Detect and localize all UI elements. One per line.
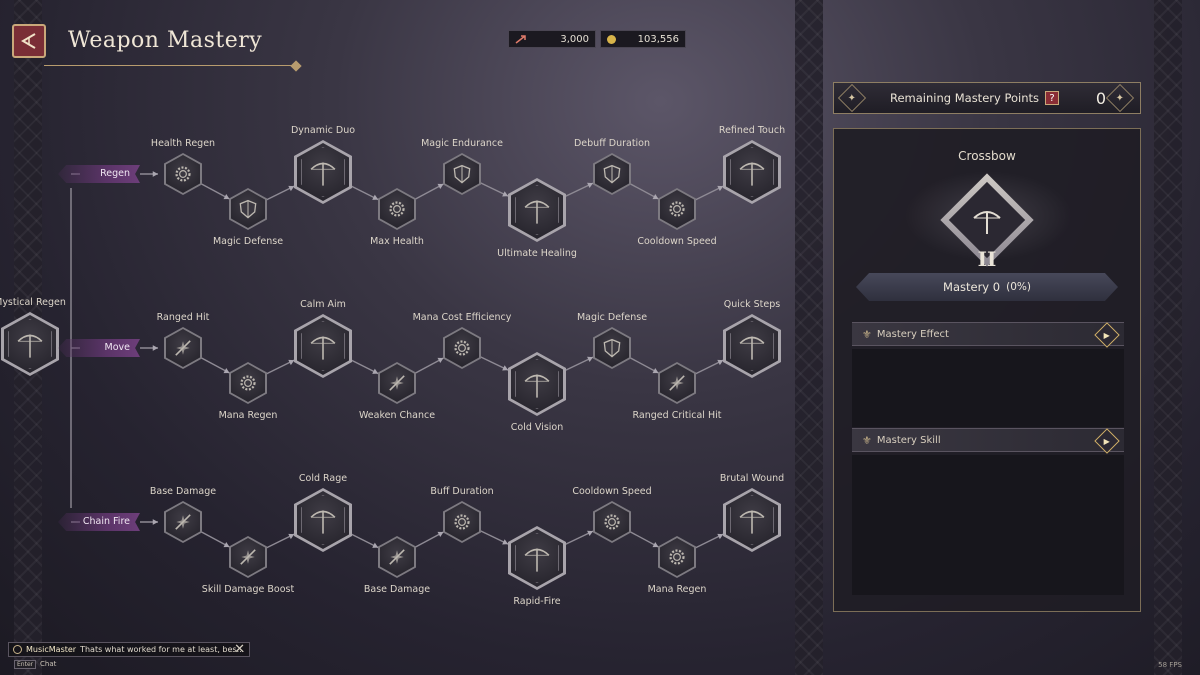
node-label: Mana Regen bbox=[647, 584, 707, 595]
play-icon: ▶ bbox=[1103, 330, 1111, 340]
burst-icon bbox=[389, 375, 405, 391]
crossbow-icon bbox=[310, 510, 336, 534]
node-label: Magic Defense bbox=[212, 236, 284, 247]
node-label: Mystical Regen bbox=[0, 297, 66, 308]
burst-icon bbox=[669, 375, 685, 391]
node-label: Rapid-Fire bbox=[513, 596, 561, 607]
crossbow-icon bbox=[524, 548, 550, 572]
node-label: Weaken Chance bbox=[358, 410, 436, 421]
chat-channel-icon bbox=[13, 645, 22, 654]
crossbow-icon bbox=[739, 336, 765, 360]
node-label: Mana Regen bbox=[218, 410, 278, 421]
node-label: Buff Duration bbox=[430, 486, 494, 497]
crossbow-icon bbox=[739, 510, 765, 534]
shield-icon bbox=[603, 338, 621, 358]
ornament-left-icon: ✦ bbox=[837, 83, 867, 113]
crossbow-icon bbox=[310, 336, 336, 360]
node-label: Ranged Hit bbox=[156, 312, 210, 323]
gear-icon bbox=[669, 201, 685, 217]
burst-icon bbox=[175, 340, 191, 356]
mastery-skill-header: ⚜ Mastery Skill ▶ bbox=[852, 428, 1124, 454]
crossbow-icon bbox=[17, 334, 43, 358]
right-ornament-strip bbox=[1154, 0, 1182, 675]
chat-label: Chat bbox=[40, 660, 57, 668]
shield-icon bbox=[239, 199, 257, 219]
shield-icon bbox=[603, 164, 621, 184]
play-icon: ▶ bbox=[1103, 436, 1111, 446]
node-label: Cooldown Speed bbox=[572, 486, 652, 497]
remaining-points-label: Remaining Mastery Points bbox=[890, 91, 1040, 105]
mastery-skill-body bbox=[852, 455, 1124, 595]
node-label: Brutal Wound bbox=[719, 473, 785, 484]
crossbow-icon bbox=[310, 162, 336, 186]
fleur-icon: ⚜ bbox=[862, 433, 872, 447]
node-label: Magic Defense bbox=[576, 312, 648, 323]
node-label: Health Regen bbox=[150, 138, 216, 149]
node-label: Refined Touch bbox=[718, 125, 786, 136]
mastery-tree: Mystical Regen Regen Health Regen Magic D… bbox=[0, 0, 800, 675]
node-label: Ultimate Healing bbox=[497, 248, 577, 259]
help-button[interactable]: ? bbox=[1045, 91, 1060, 105]
gear-icon bbox=[389, 201, 405, 217]
mastery-percent: (0%) bbox=[1006, 281, 1031, 293]
fleur-icon: ⚜ bbox=[862, 327, 872, 341]
node-label: Calm Aim bbox=[300, 299, 346, 310]
burst-icon bbox=[240, 549, 256, 565]
crossbow-icon bbox=[973, 211, 1001, 234]
fps-counter: 58 FPS bbox=[1158, 661, 1182, 669]
crossbow-icon bbox=[739, 162, 765, 186]
category-tab-chain-fire[interactable]: Chain Fire bbox=[58, 513, 140, 531]
category-tab-regen[interactable]: Regen bbox=[58, 165, 140, 183]
arrow-head bbox=[152, 171, 158, 177]
category-tab-move[interactable]: Move bbox=[58, 339, 140, 357]
mastery-level-label: Mastery 0 bbox=[943, 280, 1001, 294]
weapon-rank: II bbox=[977, 247, 997, 271]
crossbow-icon bbox=[524, 200, 550, 224]
node-label: Magic Endurance bbox=[421, 138, 503, 149]
chat-username: MusicMaster bbox=[26, 645, 77, 654]
mastery-effect-label: Mastery Effect bbox=[876, 328, 949, 340]
node-label: Dynamic Duo bbox=[290, 125, 356, 136]
chat-close-icon[interactable]: ✕ bbox=[234, 643, 245, 656]
burst-icon bbox=[389, 549, 405, 565]
node-label: Mana Cost Efficiency bbox=[412, 312, 512, 323]
gear-icon bbox=[454, 340, 470, 356]
gear-icon bbox=[240, 375, 256, 391]
gear-icon bbox=[175, 166, 191, 182]
node-label: Cooldown Speed bbox=[637, 236, 717, 247]
node-label: Cold Rage bbox=[298, 473, 348, 484]
mastery-effect-body bbox=[852, 349, 1124, 427]
ornament-right-icon: ✦ bbox=[1105, 83, 1135, 113]
remaining-points-bar: ✦ Remaining Mastery Points ? 0 ✦ bbox=[833, 82, 1141, 114]
remaining-points-value: 0 bbox=[1095, 88, 1106, 108]
node-label: Base Damage bbox=[363, 584, 431, 595]
crossbow-icon bbox=[524, 374, 550, 398]
arrow-head bbox=[152, 519, 158, 525]
node-label: Max Health bbox=[370, 236, 424, 247]
arrow-head bbox=[152, 345, 158, 351]
node-label: Ranged Critical Hit bbox=[632, 410, 722, 421]
chat-line[interactable]: MusicMaster Thats what worked for me at … bbox=[8, 642, 250, 657]
burst-icon bbox=[175, 514, 191, 530]
mastery-effect-expand-button[interactable]: ▶ bbox=[1094, 322, 1120, 348]
mastery-progress-bar: Mastery 0 (0%) bbox=[856, 273, 1118, 301]
chat-message: Thats what worked for me at least, bes..… bbox=[80, 645, 245, 654]
mastery-skill-expand-button[interactable]: ▶ bbox=[1094, 428, 1120, 454]
node-label: Debuff Duration bbox=[573, 138, 651, 149]
node-label: Skill Damage Boost bbox=[201, 584, 295, 595]
gear-icon bbox=[669, 549, 685, 565]
weapon-name: Crossbow bbox=[958, 149, 1016, 163]
weapon-panel: Crossbow II Mastery 0 (0%) ⚜ Mastery Eff… bbox=[833, 128, 1141, 612]
enter-key-hint: Enter bbox=[14, 660, 37, 669]
mastery-effect-header: ⚜ Mastery Effect ▶ bbox=[852, 322, 1124, 348]
node-label: Quick Steps bbox=[723, 299, 781, 310]
mastery-skill-label: Mastery Skill bbox=[876, 434, 941, 446]
gear-icon bbox=[604, 514, 620, 530]
node-label: Base Damage bbox=[149, 486, 217, 497]
shield-icon bbox=[453, 164, 471, 184]
gear-icon bbox=[454, 514, 470, 530]
node-label: Cold Vision bbox=[510, 422, 564, 433]
